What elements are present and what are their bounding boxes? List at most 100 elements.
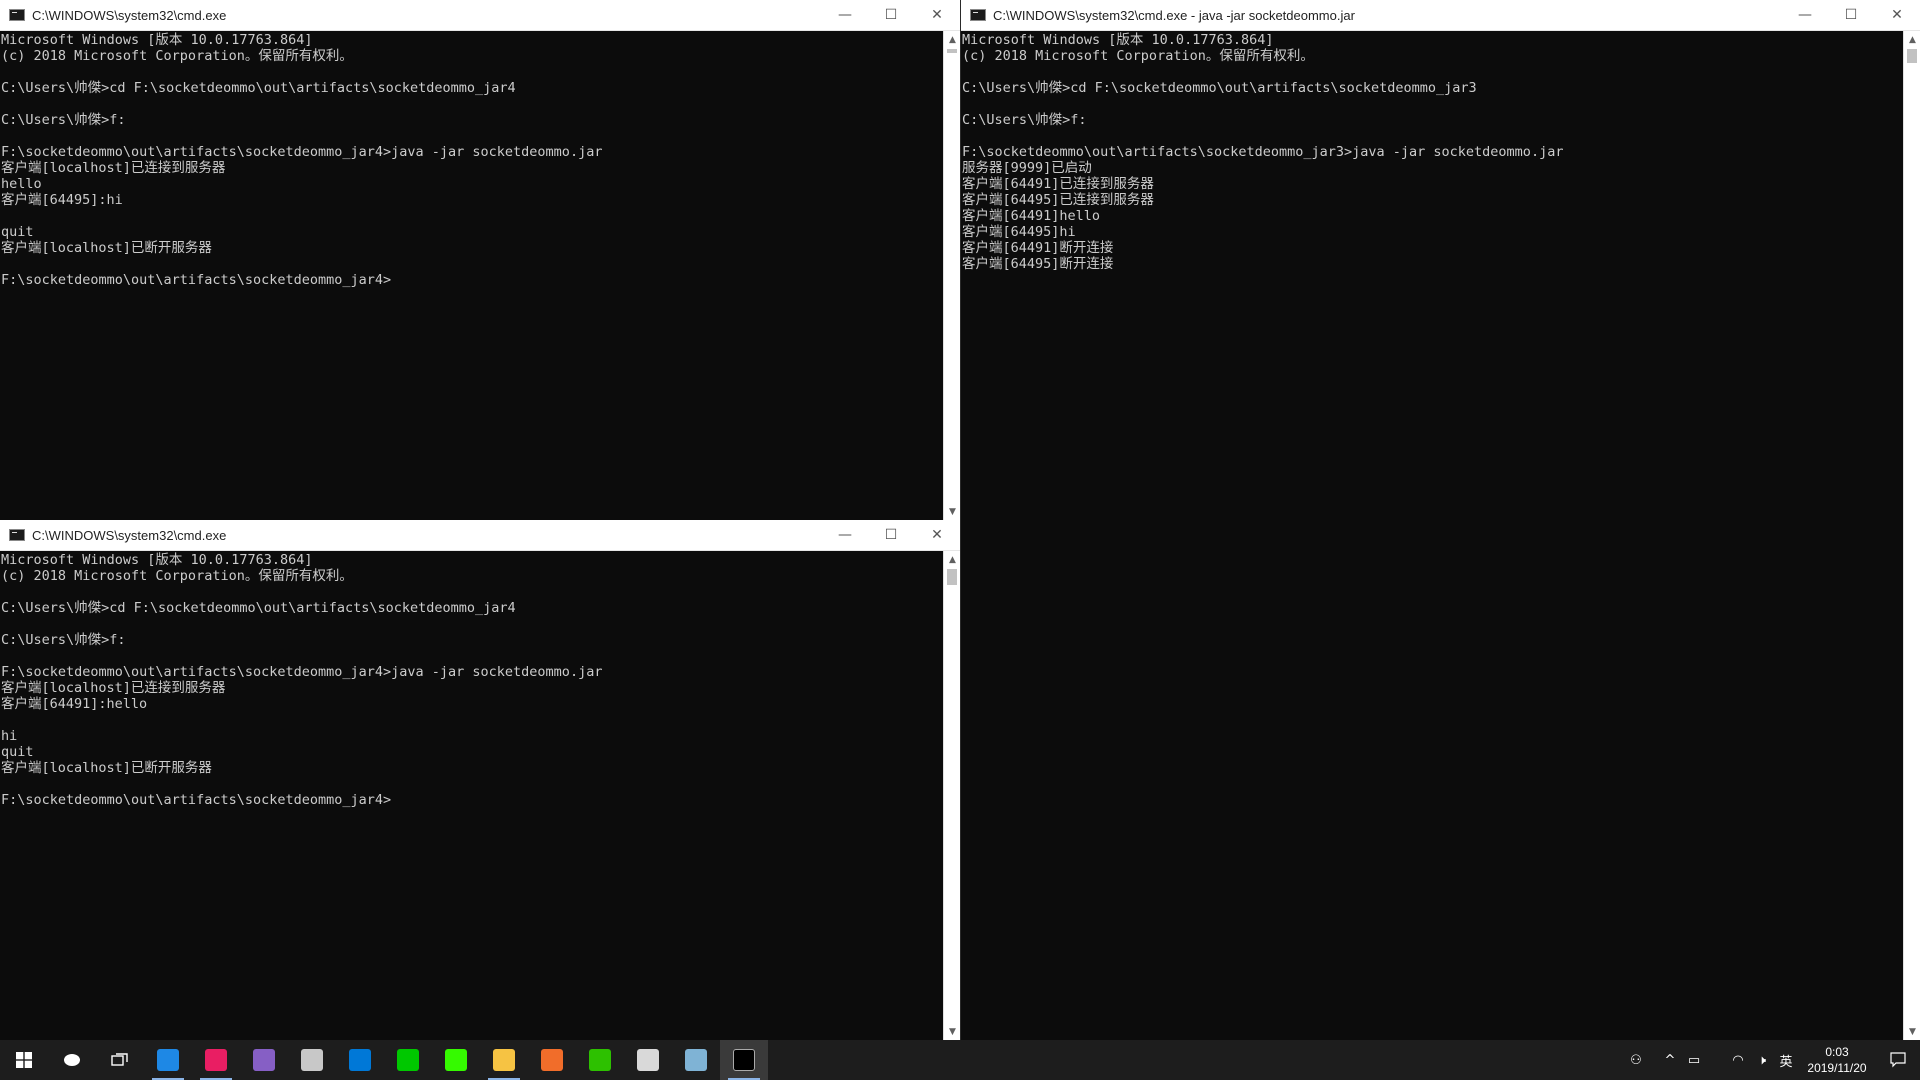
scroll-down-arrow-icon[interactable]: ▼ (944, 503, 960, 520)
taskbar-app-button[interactable] (528, 1040, 576, 1080)
console-output[interactable]: Microsoft Windows [版本 10.0.17763.864] (c)… (0, 31, 943, 520)
console-line: 客户端[64495]:hi (1, 192, 123, 208)
console-line: Microsoft Windows [版本 10.0.17763.864] (962, 32, 1274, 48)
vertical-scrollbar[interactable]: ▲ ▼ (1903, 31, 1920, 1040)
console-line: 客户端[64491]已连接到服务器 (962, 176, 1154, 192)
console-line: Microsoft Windows [版本 10.0.17763.864] (1, 552, 313, 568)
console-line: F:\socketdeommo\out\artifacts\socketdeom… (962, 144, 1564, 160)
cmd-window-top-left[interactable]: C:\WINDOWS\system32\cmd.exe — ☐ ✕ Micros… (0, 0, 960, 520)
taskbar-app-button[interactable] (576, 1040, 624, 1080)
console-line: 客户端[64495]已连接到服务器 (962, 192, 1154, 208)
scroll-up-arrow-icon[interactable]: ▲ (1904, 31, 1920, 48)
console-line: F:\socketdeommo\out\artifacts\socketdeom… (1, 664, 603, 680)
window-title: C:\WINDOWS\system32\cmd.exe (32, 527, 227, 543)
iqiyi-icon (397, 1049, 419, 1071)
close-button[interactable]: ✕ (914, 0, 960, 30)
action-center-button[interactable] (1876, 1040, 1920, 1080)
console-line: 客户端[64495]hi (962, 224, 1076, 240)
scroll-up-arrow-icon[interactable]: ▲ (944, 31, 960, 48)
scroll-thumb[interactable] (947, 569, 957, 585)
avatar-app-icon (637, 1049, 659, 1071)
visual-studio-icon (253, 1049, 275, 1071)
console-line: (c) 2018 Microsoft Corporation。保留所有权利。 (1, 48, 353, 64)
title-bar[interactable]: C:\WINDOWS\system32\cmd.exe — ☐ ✕ (0, 0, 960, 31)
people-icon[interactable]: ⚇ (1624, 1040, 1648, 1080)
close-button[interactable]: ✕ (1874, 0, 1920, 30)
console-line: 客户端[64495]断开连接 (962, 256, 1114, 272)
maximize-button[interactable]: ☐ (1828, 0, 1874, 30)
volume-muted-icon[interactable]: 🕨 (1750, 1040, 1774, 1080)
maximize-button[interactable]: ☐ (868, 0, 914, 30)
scroll-thumb[interactable] (947, 49, 957, 53)
search-button[interactable] (48, 1040, 96, 1080)
taskbar-app-button[interactable] (144, 1040, 192, 1080)
console-output[interactable]: Microsoft Windows [版本 10.0.17763.864] (c)… (961, 31, 1903, 1040)
minimize-button[interactable]: — (822, 0, 868, 30)
intellij-idea-icon (205, 1049, 227, 1071)
taskbar-app-button[interactable] (480, 1040, 528, 1080)
pinned-apps (144, 1040, 768, 1080)
cmd-window-bottom-left[interactable]: C:\WINDOWS\system32\cmd.exe — ☐ ✕ Micros… (0, 520, 960, 1040)
console-line: 客户端[localhost]已连接到服务器 (1, 160, 226, 176)
scroll-down-arrow-icon[interactable]: ▼ (1904, 1023, 1920, 1040)
file-explorer-icon (493, 1049, 515, 1071)
clock[interactable]: 0:03 2019/11/20 (1798, 1044, 1876, 1076)
console-line: 客户端[64491]hello (962, 208, 1101, 224)
network-icon[interactable]: ◠ (1726, 1040, 1750, 1080)
taskbar-app-button[interactable] (240, 1040, 288, 1080)
console-line: (c) 2018 Microsoft Corporation。保留所有权利。 (1, 568, 353, 584)
console-line: C:\Users\帅傑>cd F:\socketdeommo\out\artif… (962, 80, 1477, 96)
start-button[interactable] (0, 1040, 48, 1080)
console-line: F:\socketdeommo\out\artifacts\socketdeom… (1, 792, 392, 808)
cmd-window-right[interactable]: C:\WINDOWS\system32\cmd.exe - java -jar … (960, 0, 1920, 1040)
clock-time: 0:03 (1825, 1045, 1849, 1059)
orange-app-icon (541, 1049, 563, 1071)
maximize-button[interactable]: ☐ (868, 520, 914, 550)
taskbar-app-button[interactable] (384, 1040, 432, 1080)
task-view-icon (111, 1053, 128, 1066)
close-button[interactable]: ✕ (914, 520, 960, 550)
taskbar-app-button[interactable] (720, 1040, 768, 1080)
task-view-button[interactable] (96, 1040, 144, 1080)
edge-icon (157, 1049, 179, 1071)
console-line: 客户端[64491]:hello (1, 696, 148, 712)
minimize-button[interactable]: — (822, 520, 868, 550)
console-line: 客户端[localhost]已断开服务器 (1, 240, 212, 256)
scroll-up-arrow-icon[interactable]: ▲ (944, 551, 960, 568)
console-line: hello (1, 176, 42, 192)
taskbar-app-button[interactable] (672, 1040, 720, 1080)
clock-date: 2019/11/20 (1807, 1061, 1867, 1075)
vertical-scrollbar[interactable]: ▲ ▼ (943, 551, 960, 1040)
battery-icon[interactable]: ▭ (1682, 1040, 1706, 1080)
console-output[interactable]: Microsoft Windows [版本 10.0.17763.864] (c)… (0, 551, 943, 1040)
console-line: 客户端[localhost]已断开服务器 (1, 760, 212, 776)
window-title: C:\WINDOWS\system32\cmd.exe (32, 7, 227, 23)
vertical-scrollbar[interactable]: ▲ ▼ (943, 31, 960, 520)
console-line: 服务器[9999]已启动 (962, 160, 1092, 176)
minimize-button[interactable]: — (1782, 0, 1828, 30)
cmd-app-icon (9, 9, 25, 21)
taskbar-app-button[interactable] (288, 1040, 336, 1080)
title-bar[interactable]: C:\WINDOWS\system32\cmd.exe - java -jar … (961, 0, 1920, 31)
dreamweaver-icon (445, 1049, 467, 1071)
scroll-down-arrow-icon[interactable]: ▼ (944, 1023, 960, 1040)
taskbar-app-button[interactable] (624, 1040, 672, 1080)
console-line: C:\Users\帅傑>cd F:\socketdeommo\out\artif… (1, 600, 516, 616)
taskbar-app-button[interactable] (432, 1040, 480, 1080)
console-line: quit (1, 224, 34, 240)
scroll-thumb[interactable] (1907, 49, 1917, 63)
taskbar-app-button[interactable] (336, 1040, 384, 1080)
title-bar[interactable]: C:\WINDOWS\system32\cmd.exe — ☐ ✕ (0, 520, 960, 551)
show-hidden-icons-icon[interactable]: ^ (1658, 1040, 1682, 1080)
taskbar-app-button[interactable] (192, 1040, 240, 1080)
ime-indicator[interactable]: 英 (1774, 1040, 1798, 1080)
console-line: C:\Users\帅傑>f: (1, 112, 126, 128)
